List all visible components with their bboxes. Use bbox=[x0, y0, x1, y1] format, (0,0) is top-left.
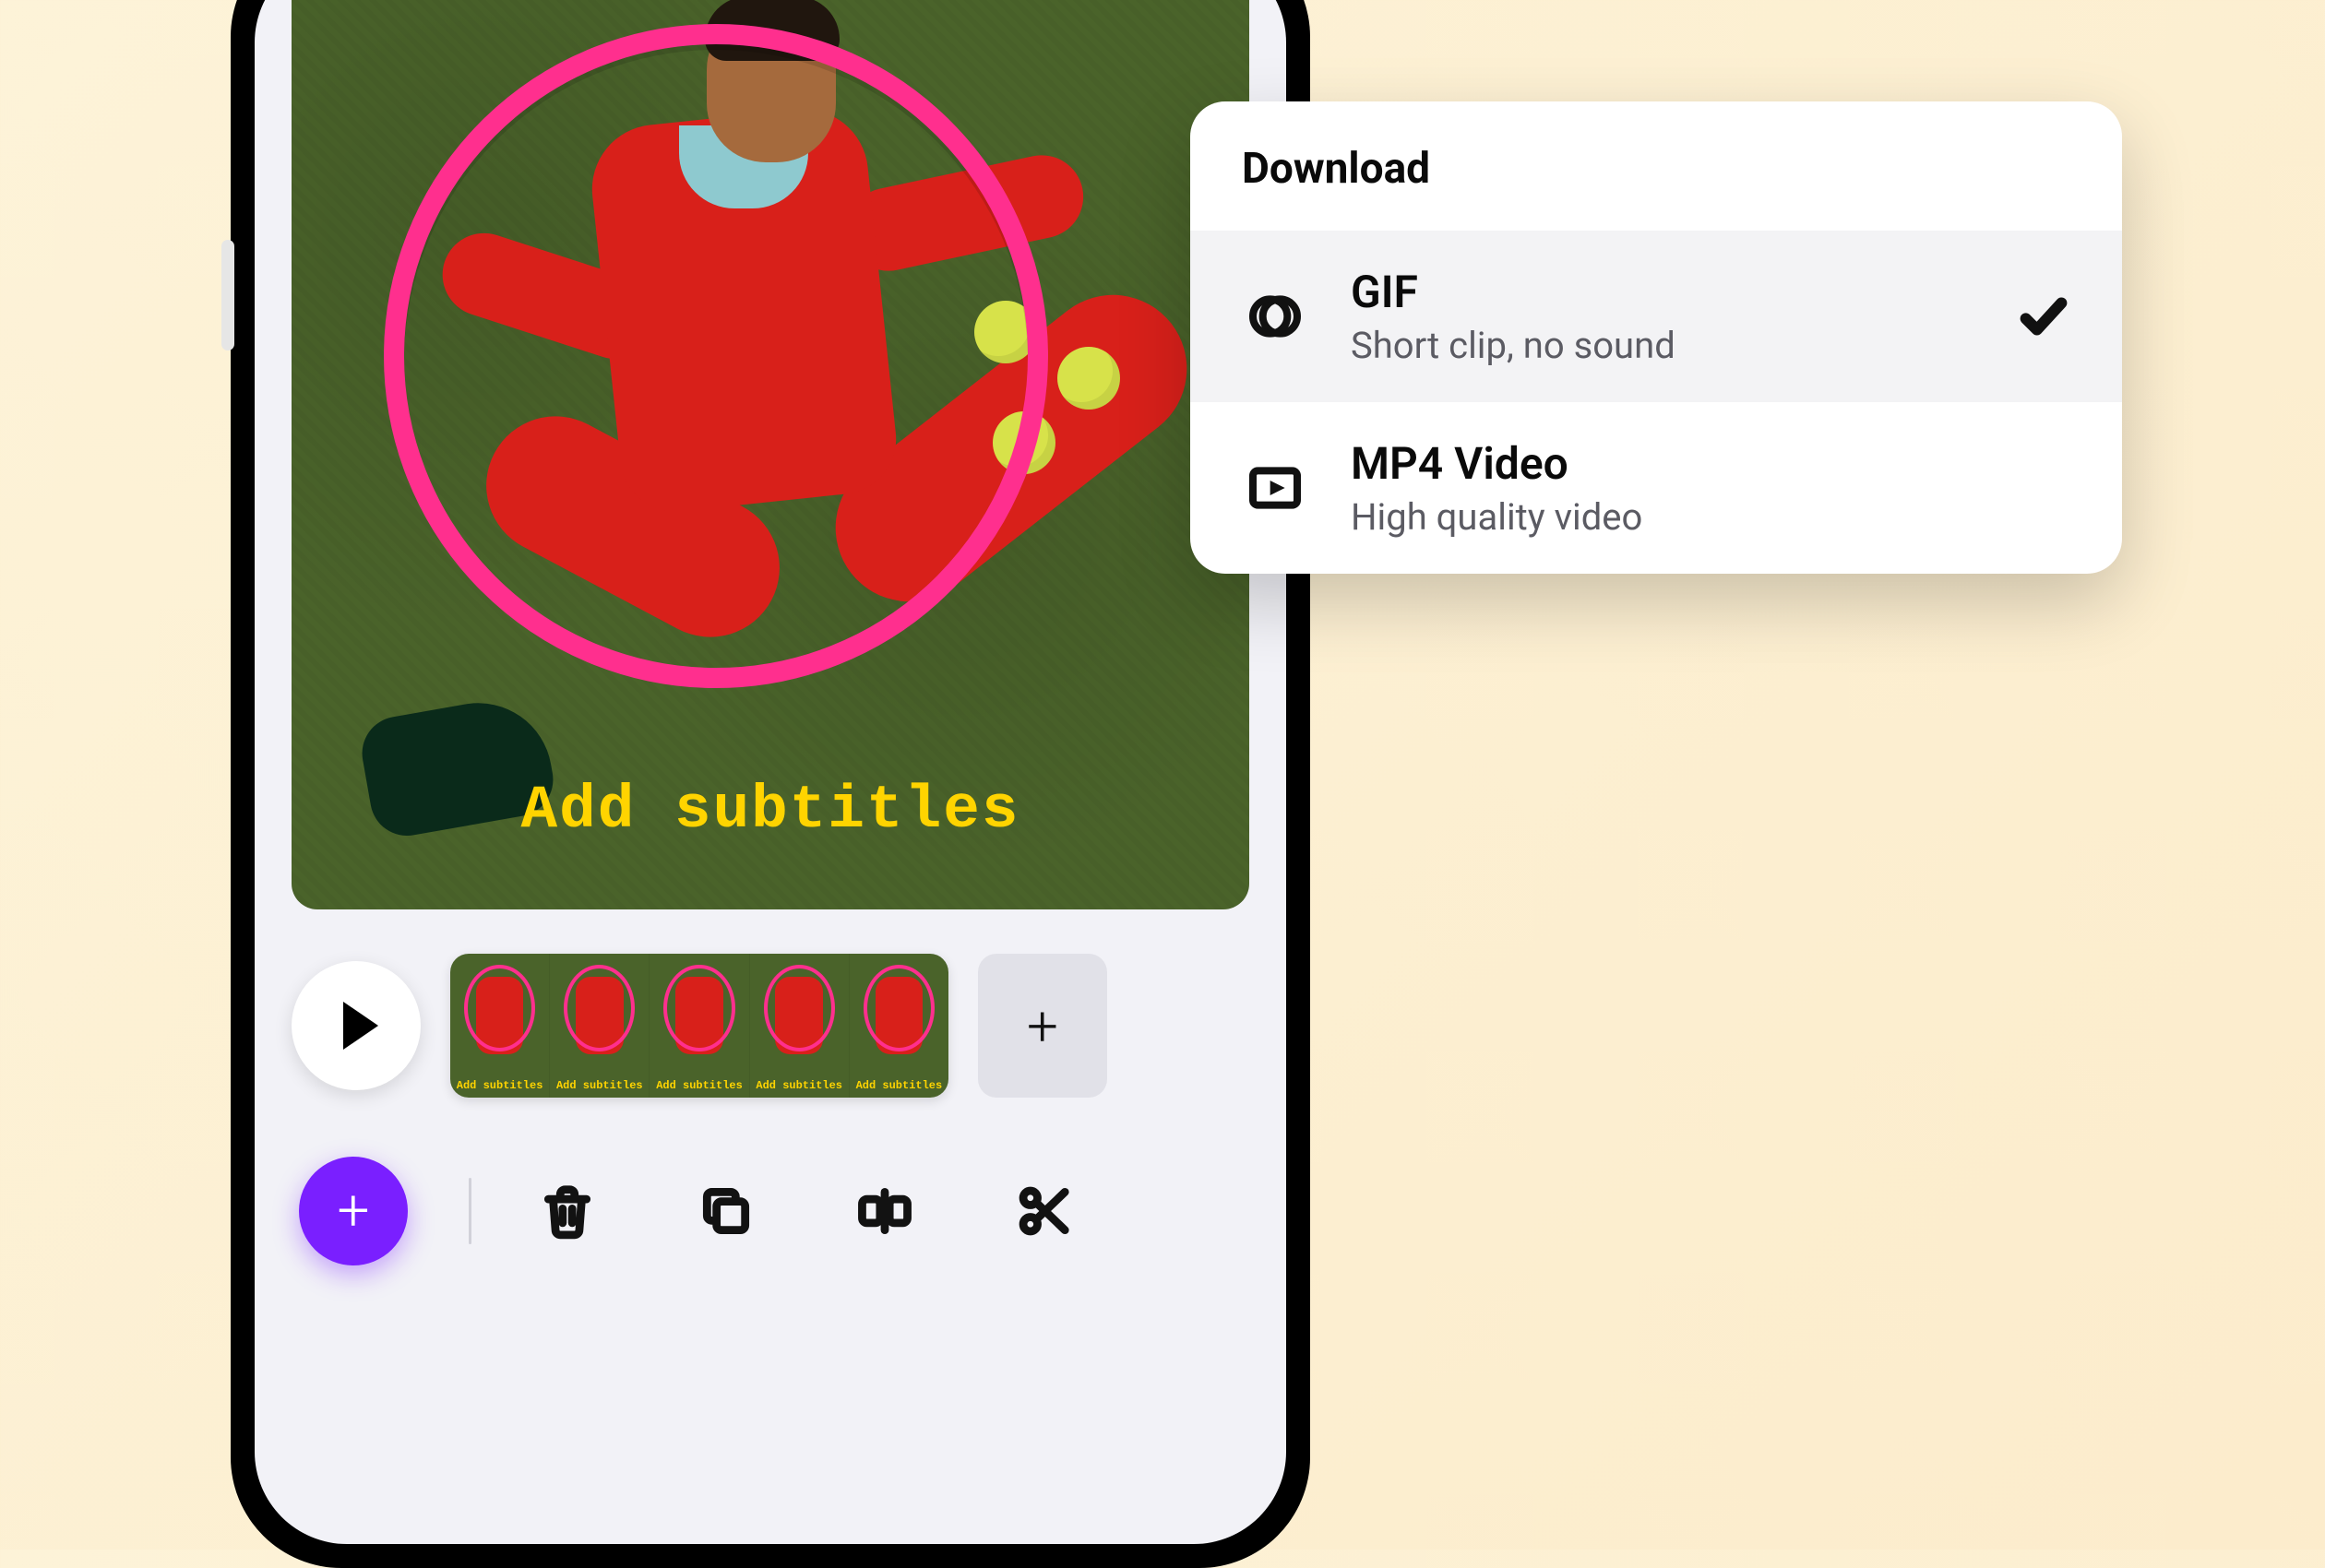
trash-icon bbox=[539, 1182, 596, 1240]
phone-screen: Add subtitles Add subtitles Add subtitle… bbox=[255, 0, 1286, 1544]
download-option-title: MP4 Video bbox=[1351, 437, 2070, 490]
plus-icon: + bbox=[337, 1182, 369, 1240]
plus-icon: + bbox=[1027, 993, 1058, 1059]
editor-canvas[interactable]: Add subtitles bbox=[292, 0, 1249, 909]
phone-side-button bbox=[221, 240, 234, 350]
editor-toolbar: + bbox=[255, 1109, 1286, 1265]
download-popover: Download GIF Short clip, no sound MP4 Vi… bbox=[1190, 101, 2122, 574]
download-option-title: GIF bbox=[1351, 266, 1974, 318]
subtitle-overlay[interactable]: Add subtitles bbox=[292, 776, 1249, 845]
download-option-subtitle: High quality video bbox=[1351, 495, 2070, 539]
download-option-mp4[interactable]: MP4 Video High quality video bbox=[1190, 402, 2122, 574]
video-icon bbox=[1242, 455, 1308, 521]
phone-frame: Add subtitles Add subtitles Add subtitle… bbox=[231, 0, 1310, 1568]
download-option-gif[interactable]: GIF Short clip, no sound bbox=[1190, 231, 2122, 402]
download-option-subtitle: Short clip, no sound bbox=[1351, 324, 1974, 367]
timeline-frame[interactable]: Add subtitles bbox=[750, 954, 850, 1098]
add-clip-button[interactable]: + bbox=[978, 954, 1107, 1098]
delete-button[interactable] bbox=[523, 1167, 612, 1255]
add-button[interactable]: + bbox=[299, 1157, 408, 1265]
split-icon bbox=[856, 1182, 913, 1240]
timeline-frame[interactable]: Add subtitles bbox=[550, 954, 650, 1098]
timeline-frame[interactable]: Add subtitles bbox=[850, 954, 948, 1098]
toolbar-divider bbox=[469, 1178, 471, 1244]
timeline-frame[interactable]: Add subtitles bbox=[450, 954, 550, 1098]
copy-icon bbox=[698, 1182, 755, 1240]
duplicate-button[interactable] bbox=[682, 1167, 770, 1255]
scissors-icon bbox=[1015, 1182, 1072, 1240]
timeline-frame[interactable]: Add subtitles bbox=[650, 954, 749, 1098]
hula-hoop-icon bbox=[384, 24, 1048, 688]
clip-strip[interactable]: Add subtitles Add subtitles Add subtitle… bbox=[450, 954, 948, 1098]
play-icon bbox=[343, 1002, 378, 1050]
download-title: Download bbox=[1190, 101, 2122, 231]
timeline-row: Add subtitles Add subtitles Add subtitle… bbox=[255, 943, 1286, 1109]
split-button[interactable] bbox=[841, 1167, 929, 1255]
checkmark-icon bbox=[2017, 290, 2070, 343]
cut-button[interactable] bbox=[999, 1167, 1088, 1255]
play-button[interactable] bbox=[292, 961, 421, 1090]
tennis-ball-icon bbox=[1057, 347, 1120, 410]
gif-icon bbox=[1242, 283, 1308, 350]
